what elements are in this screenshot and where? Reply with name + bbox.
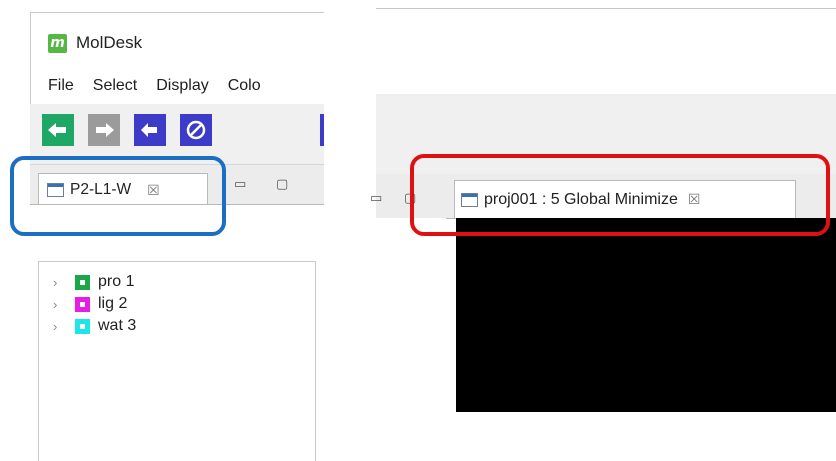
tab-label: P2-L1-W	[70, 181, 132, 198]
molecule-color-icon	[75, 274, 90, 290]
view-window-icon	[47, 183, 64, 197]
undo-button[interactable]	[134, 114, 166, 146]
tree-item-label: wat 3	[98, 317, 137, 334]
tab-proj001-global-minimize[interactable]: proj001 : 5 Global Minimize ☒	[454, 180, 796, 218]
arrow-back-icon	[141, 123, 157, 137]
menu-display[interactable]: Display	[156, 77, 208, 95]
tree-item[interactable]: › pro 1	[53, 272, 134, 292]
editor-tab-bar: ▭ ▢ proj001 : 5 Global Minimize ☒	[370, 174, 836, 218]
minimize-icon[interactable]: ▭	[370, 190, 382, 206]
molecule-color-icon	[75, 296, 90, 312]
chevron-right-icon[interactable]: ›	[53, 297, 65, 312]
maximize-icon[interactable]: ▢	[404, 190, 416, 206]
menu-color[interactable]: Colo	[228, 77, 261, 95]
window-border	[30, 12, 324, 13]
tab-close-icon[interactable]: ☒	[688, 191, 701, 208]
menu-bar: File Select Display Colo	[30, 72, 324, 100]
arrow-left-icon	[48, 123, 66, 137]
title-bar: m MolDesk	[48, 30, 142, 56]
tree-item[interactable]: › lig 2	[53, 294, 127, 314]
tree-item-label: lig 2	[98, 295, 128, 312]
app-logo-icon: m	[48, 33, 67, 53]
menu-select[interactable]: Select	[93, 77, 137, 95]
forward-button[interactable]	[88, 114, 120, 146]
chevron-right-icon[interactable]: ›	[53, 319, 65, 334]
toolbar	[30, 104, 324, 164]
molecule-color-icon	[75, 318, 90, 334]
tab-close-icon[interactable]: ☒	[147, 182, 160, 199]
tab-label: proj001 : 5 Global Minimize	[484, 190, 678, 208]
molecule-tree-panel: › pro 1 › lig 2 › wat 3	[30, 204, 324, 461]
tree-item-label: pro 1	[98, 273, 135, 290]
back-button[interactable]	[42, 114, 74, 146]
minimize-icon[interactable]: ▭	[234, 176, 246, 192]
view-window-icon	[461, 192, 478, 207]
view-tab-bar: P2-L1-W ☒ ▭ ▢	[30, 164, 324, 206]
prohibit-icon	[186, 120, 206, 140]
chevron-right-icon[interactable]: ›	[53, 275, 65, 290]
menu-file[interactable]: File	[48, 77, 74, 95]
maximize-icon[interactable]: ▢	[276, 176, 288, 192]
right-window: ▭ ▢ proj001 : 5 Global Minimize ☒	[370, 8, 836, 412]
left-window: m MolDesk File Select Display Colo P2-L1…	[30, 12, 324, 461]
tree-item[interactable]: › wat 3	[53, 316, 136, 336]
window-border	[376, 8, 836, 9]
toolbar-area	[376, 94, 836, 174]
cancel-button[interactable]	[180, 114, 212, 146]
app-title: MolDesk	[76, 33, 143, 52]
molecule-tree: › pro 1 › lig 2 › wat 3	[38, 261, 316, 461]
toolbar-button-partial[interactable]	[320, 114, 324, 146]
arrow-right-icon	[96, 123, 114, 137]
tab-p2-l1-w[interactable]: P2-L1-W ☒	[38, 173, 208, 206]
molecule-viewport[interactable]	[456, 218, 836, 412]
